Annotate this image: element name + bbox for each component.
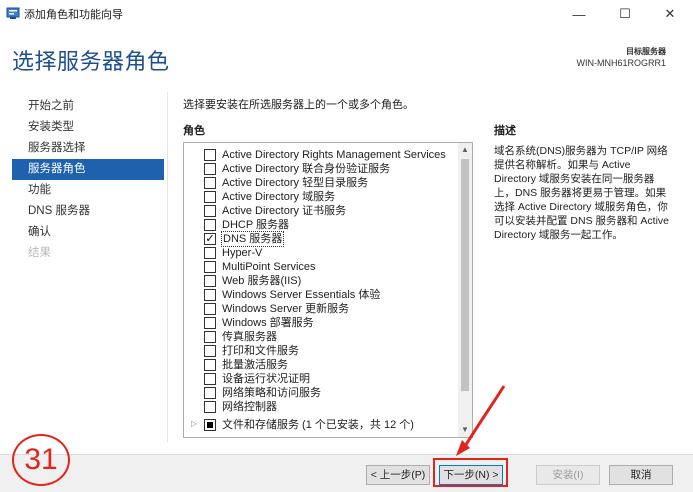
role-row[interactable]: 网络策略和访问服务	[184, 386, 458, 400]
role-row[interactable]: Hyper-V	[184, 246, 458, 260]
role-checkbox[interactable]	[204, 345, 216, 357]
role-label: Web 服务器(IIS)	[222, 275, 302, 287]
role-row[interactable]: 打印和文件服务	[184, 344, 458, 358]
role-label: 网络策略和访问服务	[222, 387, 321, 399]
description-heading: 描述	[494, 125, 516, 137]
role-label: MultiPoint Services	[222, 261, 316, 273]
role-label: Windows 部署服务	[222, 317, 314, 329]
description-text: 域名系统(DNS)服务器为 TCP/IP 网络提供名称解析。如果与 Active…	[494, 145, 670, 241]
role-row[interactable]: Active Directory Rights Management Servi…	[184, 148, 458, 162]
instruction-text: 选择要安装在所选服务器上的一个或多个角色。	[183, 99, 414, 111]
nav-item-results: 结果	[28, 247, 51, 259]
role-label: 打印和文件服务	[222, 345, 299, 357]
role-label: 文件和存储服务 (1 个已安装，共 12 个)	[222, 419, 414, 431]
role-label: Active Directory 域服务	[222, 191, 336, 203]
role-label: Active Directory 轻型目录服务	[222, 177, 369, 189]
role-checkbox[interactable]	[204, 303, 216, 315]
nav-divider	[167, 92, 168, 442]
role-row[interactable]: Web 服务器(IIS)	[184, 274, 458, 288]
role-row[interactable]: 传真服务器	[184, 330, 458, 344]
nav-item-features[interactable]: 功能	[12, 180, 164, 201]
role-row[interactable]: Windows Server Essentials 体验	[184, 288, 458, 302]
role-checkbox[interactable]	[204, 331, 216, 343]
role-row[interactable]: 网络控制器	[184, 400, 458, 414]
step-number-badge: 31	[12, 434, 70, 486]
role-label: 设备运行状况证明	[222, 373, 310, 385]
minimize-button[interactable]: —	[556, 0, 602, 28]
role-label: Active Directory 证书服务	[222, 205, 347, 217]
role-checkbox[interactable]	[204, 177, 216, 189]
roles-list[interactable]: Active Directory Rights Management Servi…	[183, 142, 473, 438]
nav-item-before-you-begin[interactable]: 开始之前	[12, 96, 164, 117]
role-checkbox[interactable]	[204, 163, 216, 175]
role-checkbox[interactable]	[204, 387, 216, 399]
role-label: 网络控制器	[222, 401, 277, 413]
role-label: Hyper-V	[222, 247, 263, 259]
install-button: 安装(I)	[536, 465, 600, 485]
wizard-nav: 开始之前 安装类型 服务器选择 服务器角色 功能 DNS 服务器 确认 结果	[12, 96, 164, 264]
role-row-dns-server[interactable]: ✓ DNS 服务器	[184, 231, 458, 247]
role-row[interactable]: Active Directory 域服务	[184, 190, 458, 204]
role-row[interactable]: Windows Server 更新服务	[184, 302, 458, 316]
role-row[interactable]: 批量激活服务	[184, 358, 458, 372]
role-row[interactable]: Active Directory 轻型目录服务	[184, 176, 458, 190]
cancel-button[interactable]: 取消	[609, 465, 673, 485]
role-row[interactable]: Active Directory 证书服务	[184, 204, 458, 218]
role-checkbox[interactable]	[204, 401, 216, 413]
role-checkbox[interactable]	[204, 317, 216, 329]
role-checkbox[interactable]	[204, 191, 216, 203]
role-label: 批量激活服务	[222, 359, 288, 371]
server-manager-icon	[6, 7, 20, 19]
role-checkbox[interactable]	[204, 149, 216, 161]
role-checkbox[interactable]	[204, 373, 216, 385]
scroll-up-arrow-icon[interactable]: ▲	[458, 143, 472, 157]
role-row[interactable]: MultiPoint Services	[184, 260, 458, 274]
role-label: Active Directory Rights Management Servi…	[222, 149, 446, 161]
role-label-selected: DNS 服务器	[221, 231, 285, 247]
page-title: 选择服务器角色	[12, 49, 170, 74]
target-server-name: WIN-MNH61ROGRR1	[576, 58, 666, 68]
role-label: Windows Server Essentials 体验	[222, 289, 381, 301]
pointer-arrow-icon	[456, 385, 506, 456]
window-title: 添加角色和功能向导	[24, 9, 123, 21]
role-label: DHCP 服务器	[222, 219, 290, 231]
role-checkbox[interactable]	[204, 205, 216, 217]
maximize-button[interactable]: ☐	[602, 0, 648, 28]
role-checkbox[interactable]	[204, 359, 216, 371]
title-bar: 添加角色和功能向导 — ☐ ✕	[0, 0, 693, 28]
close-button[interactable]: ✕	[647, 0, 693, 28]
role-row[interactable]: DHCP 服务器	[184, 218, 458, 232]
nav-item-dns-server[interactable]: DNS 服务器	[12, 201, 164, 222]
highlight-box	[433, 458, 508, 487]
role-checkbox[interactable]	[204, 289, 216, 301]
role-row[interactable]: Active Directory 联合身份验证服务	[184, 162, 458, 176]
previous-button[interactable]: < 上一步(P)	[366, 465, 430, 485]
role-checkbox-partial[interactable]	[204, 419, 216, 431]
roles-heading: 角色	[183, 125, 205, 137]
role-checkbox[interactable]	[204, 261, 216, 273]
role-checkbox-checked[interactable]: ✓	[204, 233, 216, 245]
role-row[interactable]: Windows 部署服务	[184, 316, 458, 330]
role-label: Windows Server 更新服务	[222, 303, 350, 315]
role-checkbox[interactable]	[204, 275, 216, 287]
nav-item-server-selection[interactable]: 服务器选择	[12, 138, 164, 159]
expand-chevron-icon[interactable]: ▷	[191, 419, 197, 428]
role-row-file-storage[interactable]: ▷ 文件和存储服务 (1 个已安装，共 12 个)	[184, 418, 458, 432]
role-label: 传真服务器	[222, 331, 277, 343]
role-checkbox[interactable]	[204, 247, 216, 259]
role-row[interactable]: 设备运行状况证明	[184, 372, 458, 386]
target-server-label: 目标服务器	[626, 47, 666, 56]
scroll-thumb[interactable]	[461, 159, 469, 391]
nav-item-confirmation[interactable]: 确认	[12, 222, 164, 243]
role-checkbox[interactable]	[204, 219, 216, 231]
role-label: Active Directory 联合身份验证服务	[222, 163, 391, 175]
nav-item-server-roles[interactable]: 服务器角色	[12, 159, 164, 180]
nav-item-installation-type[interactable]: 安装类型	[12, 117, 164, 138]
